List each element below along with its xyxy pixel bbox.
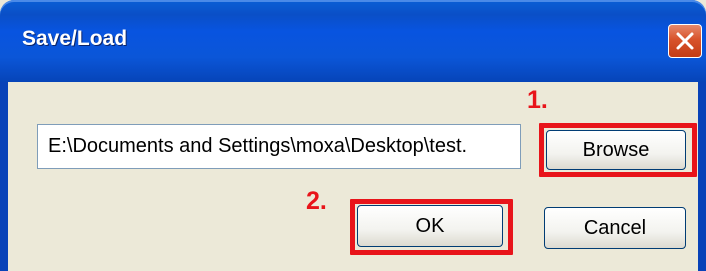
title-bar[interactable]: Save/Load xyxy=(0,0,706,82)
close-button[interactable] xyxy=(668,24,702,58)
step-1-label: 1. xyxy=(527,86,548,114)
ok-highlight-box xyxy=(350,199,513,255)
file-path-input[interactable]: E:\Documents and Settings\moxa\Desktop\t… xyxy=(37,124,521,169)
cancel-button[interactable]: Cancel xyxy=(544,207,686,249)
close-icon xyxy=(676,32,694,50)
browse-highlight-box xyxy=(539,123,697,177)
window-frame-right xyxy=(698,82,706,271)
save-load-dialog: Save/Load E:\Documents and Settings\moxa… xyxy=(0,0,706,271)
dialog-title: Save/Load xyxy=(22,27,128,50)
window-frame-left xyxy=(0,82,8,271)
step-2-label: 2. xyxy=(306,187,327,215)
